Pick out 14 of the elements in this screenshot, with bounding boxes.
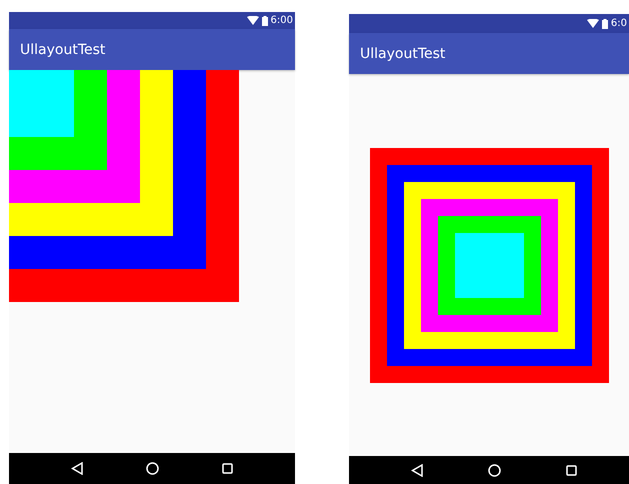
status-time: 6:00 — [270, 15, 293, 26]
home-icon[interactable] — [146, 462, 159, 475]
battery-icon — [262, 16, 268, 26]
app-title: UllayoutTest — [20, 42, 106, 58]
app-title: UllayoutTest — [360, 46, 446, 62]
wifi-icon — [586, 19, 599, 28]
home-icon[interactable] — [488, 464, 501, 476]
status-time: 6:0 — [610, 18, 627, 29]
battery-icon — [602, 18, 608, 28]
recents-icon[interactable] — [222, 463, 234, 474]
wifi-icon — [246, 16, 259, 25]
recents-icon[interactable] — [566, 464, 577, 476]
back-icon[interactable] — [70, 462, 83, 475]
back-icon[interactable] — [411, 464, 424, 476]
